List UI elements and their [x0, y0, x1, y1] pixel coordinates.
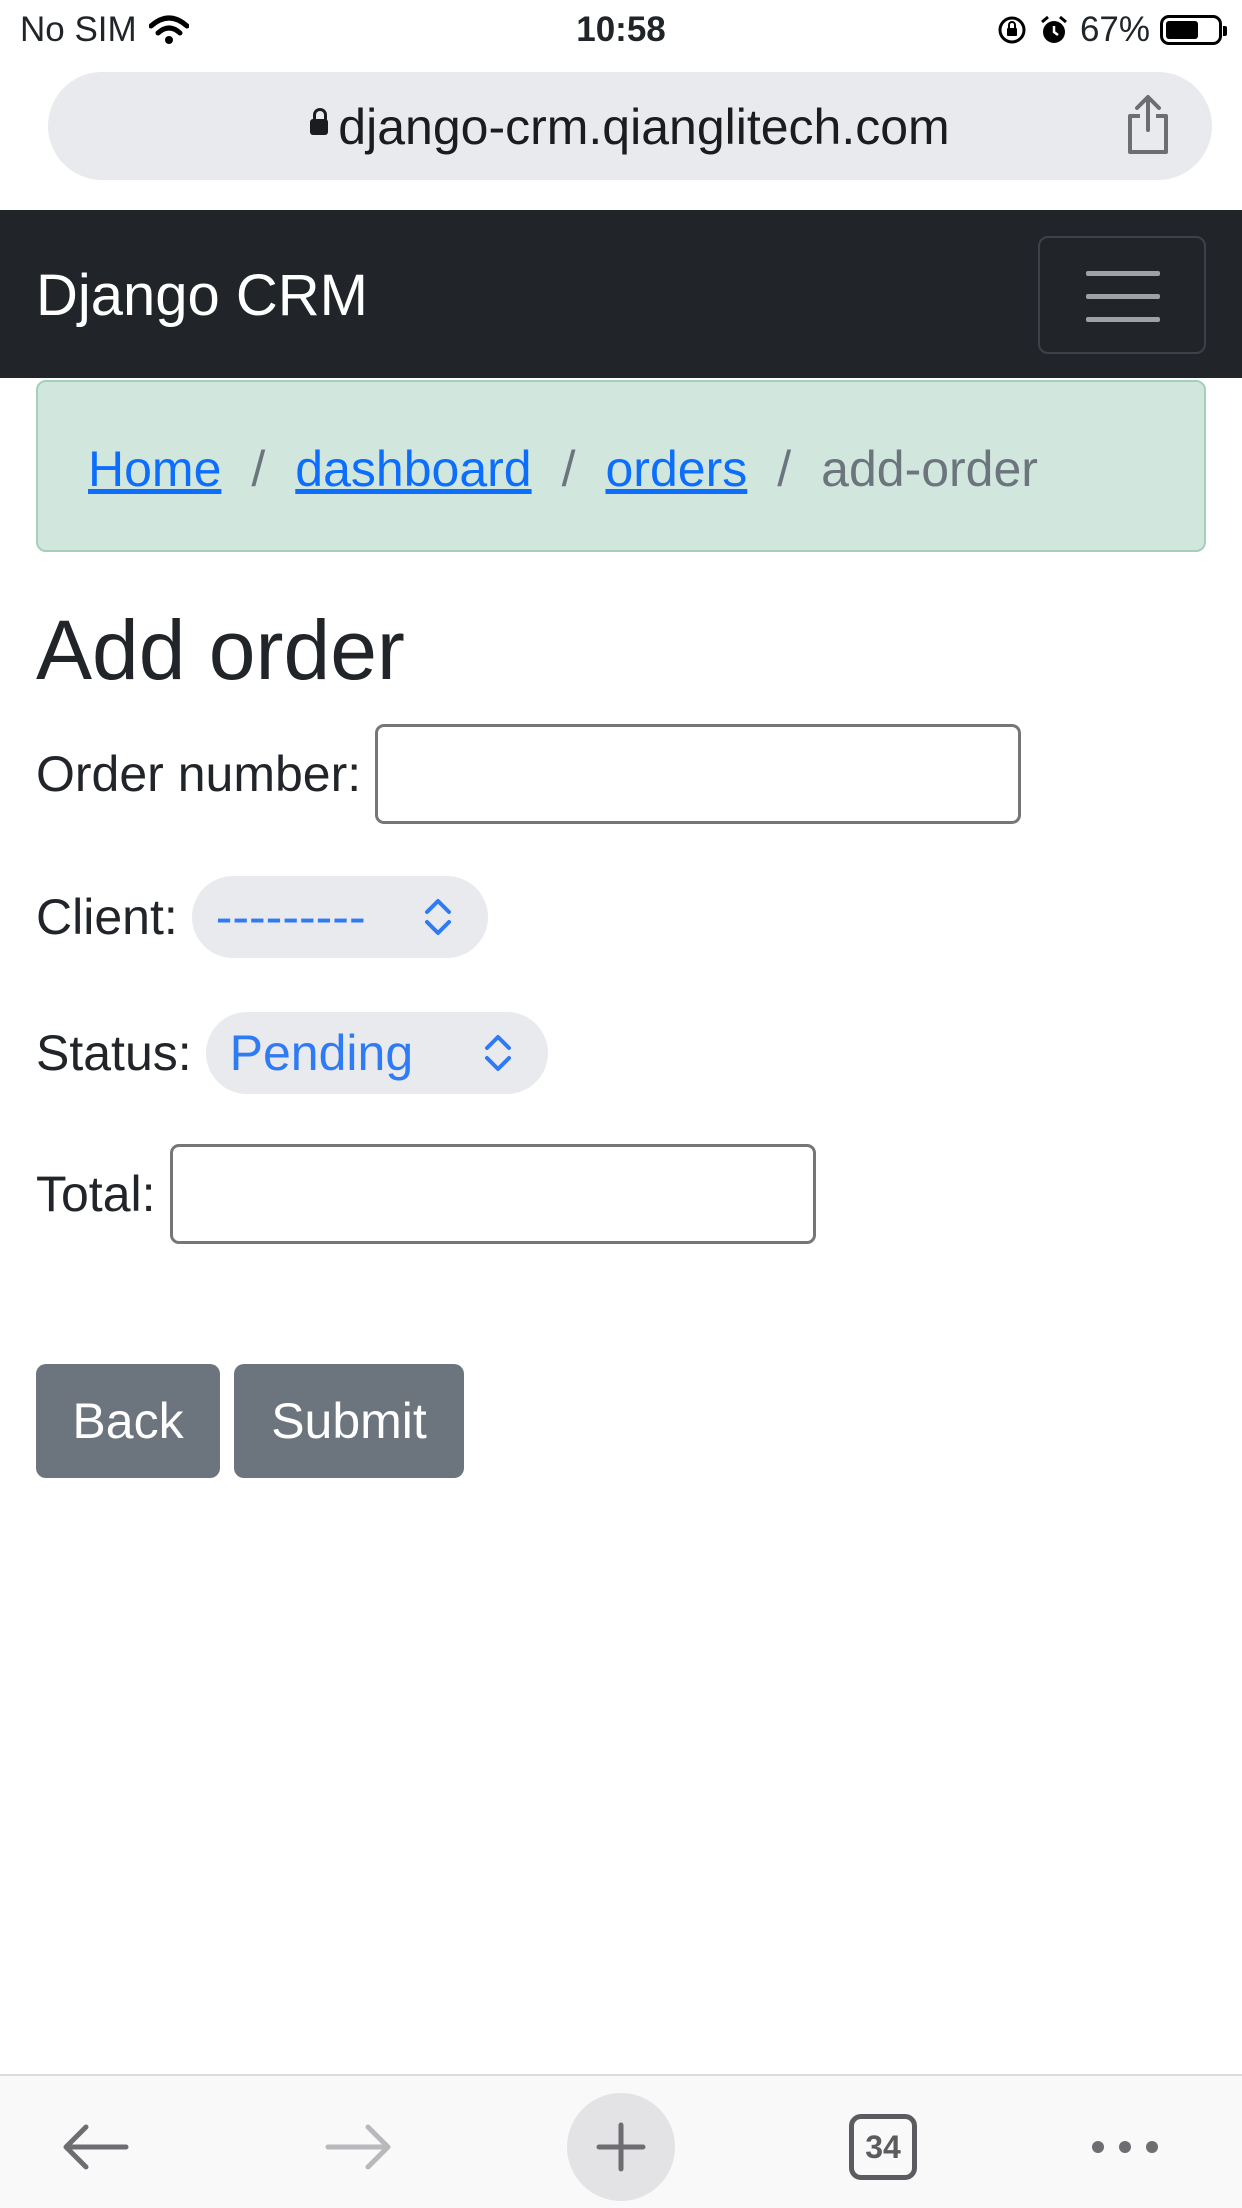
status-select[interactable]: Pending [205, 1012, 548, 1094]
client-selected-value: --------- [215, 889, 366, 945]
browser-toolbar: 34 [0, 2074, 1242, 2208]
submit-button[interactable]: Submit [234, 1364, 464, 1478]
lock-icon [310, 107, 329, 135]
total-label: Total: [36, 1166, 156, 1222]
order-number-input[interactable] [375, 724, 1022, 824]
more-button[interactable] [1070, 2092, 1180, 2202]
breadcrumb-separator: / [251, 441, 266, 497]
address-bar[interactable]: django-crm.qianglitech.com [48, 72, 1212, 180]
chevron-updown-icon [484, 1035, 511, 1071]
total-input[interactable] [169, 1144, 816, 1244]
status-selected-value: Pending [229, 1025, 414, 1081]
order-number-label: Order number: [36, 746, 362, 802]
breadcrumb-separator: / [777, 441, 792, 497]
status-right: 67% [996, 10, 1227, 50]
chevron-updown-icon [424, 899, 451, 935]
tabs-icon: 34 [849, 2114, 917, 2180]
alarm-icon [1040, 15, 1067, 43]
new-tab-button[interactable] [566, 2092, 676, 2202]
client-select[interactable]: --------- [191, 876, 488, 958]
navbar-toggler-button[interactable] [1038, 236, 1206, 354]
order-number-row: Order number: [36, 724, 1022, 824]
breadcrumb-separator: / [561, 441, 576, 497]
client-label: Client: [36, 889, 178, 945]
client-row: Client: --------- [36, 876, 488, 958]
total-row: Total: [36, 1144, 816, 1244]
status-row: Status: Pending [36, 1012, 548, 1094]
breadcrumb-home-link[interactable]: Home [88, 440, 221, 498]
status-label: Status: [36, 1025, 192, 1081]
breadcrumb-dashboard-link[interactable]: dashboard [295, 440, 531, 498]
more-icon [1092, 2141, 1158, 2153]
breadcrumb-active: add-order [821, 441, 1038, 497]
back-button[interactable]: Back [36, 1364, 220, 1478]
status-bar: No SIM 10:58 67% [0, 0, 1242, 62]
battery-icon [1160, 15, 1227, 45]
forward-nav-button[interactable] [304, 2092, 414, 2202]
page-title: Add order [36, 603, 405, 697]
back-nav-button[interactable] [40, 2092, 150, 2202]
back-arrow-icon [63, 2124, 129, 2170]
breadcrumb-orders-link[interactable]: orders [606, 440, 748, 498]
plus-icon [596, 2122, 646, 2172]
forward-arrow-icon [325, 2124, 391, 2170]
navbar-brand[interactable]: Django CRM [36, 262, 368, 329]
tabs-button[interactable]: 34 [828, 2092, 938, 2202]
navbar: Django CRM [0, 210, 1242, 378]
breadcrumb: Home / dashboard / orders / add-order [36, 380, 1206, 552]
orientation-lock-icon [998, 16, 1026, 44]
share-icon[interactable] [1124, 94, 1172, 156]
battery-percent: 67% [1079, 10, 1150, 49]
url-text: django-crm.qianglitech.com [338, 99, 950, 155]
